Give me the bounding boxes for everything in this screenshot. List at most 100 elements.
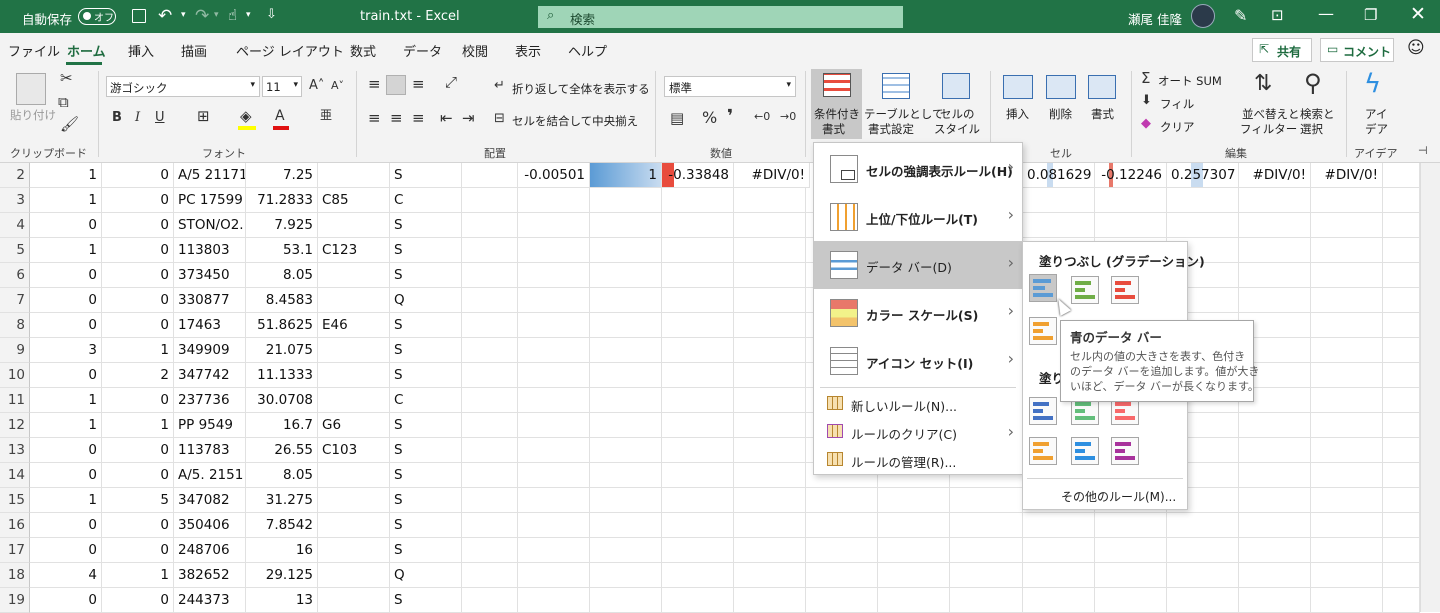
grid-cell[interactable] bbox=[462, 388, 518, 413]
grid-cell[interactable]: 7.925 bbox=[246, 213, 318, 238]
grid-cell[interactable] bbox=[1383, 238, 1420, 263]
format-as-table-icon[interactable] bbox=[882, 73, 910, 99]
cut-icon[interactable]: ✂ bbox=[60, 71, 73, 86]
fill-label[interactable]: フィル bbox=[1160, 96, 1194, 112]
grid-cell[interactable] bbox=[318, 213, 390, 238]
grid-cell[interactable]: 71.2833 bbox=[246, 188, 318, 213]
grid-cell[interactable]: C103 bbox=[318, 438, 390, 463]
sort-filter-icon[interactable]: ⇅ bbox=[1254, 73, 1272, 95]
grid-cell[interactable]: C bbox=[390, 388, 462, 413]
grid-cell[interactable] bbox=[1383, 363, 1420, 388]
grid-cell[interactable]: 382652 bbox=[174, 563, 246, 588]
grid-cell[interactable] bbox=[1383, 413, 1420, 438]
grid-cell[interactable] bbox=[462, 238, 518, 263]
orange-solid-databar[interactable] bbox=[1029, 437, 1057, 465]
grid-cell[interactable] bbox=[1167, 588, 1239, 613]
grid-cell[interactable]: 0 bbox=[30, 263, 102, 288]
grid-cell[interactable]: -0.00501 bbox=[518, 163, 590, 188]
grid-cell[interactable]: 51.8625 bbox=[246, 313, 318, 338]
tab-view[interactable]: 表示 bbox=[515, 41, 541, 60]
grid-cell[interactable] bbox=[662, 413, 734, 438]
grid-cell[interactable] bbox=[518, 363, 590, 388]
grid-cell[interactable]: 349909 bbox=[174, 338, 246, 363]
insert-cells-icon[interactable] bbox=[1003, 75, 1033, 99]
grid-cell[interactable] bbox=[662, 538, 734, 563]
grid-cell[interactable] bbox=[518, 563, 590, 588]
grid-cell[interactable] bbox=[590, 288, 662, 313]
grid-cell[interactable] bbox=[1383, 263, 1420, 288]
grid-cell[interactable] bbox=[806, 488, 878, 513]
grid-cell[interactable] bbox=[734, 538, 806, 563]
align-right-icon[interactable]: ≡ bbox=[412, 111, 425, 126]
grid-cell[interactable] bbox=[462, 188, 518, 213]
grid-cell[interactable] bbox=[590, 463, 662, 488]
close-icon[interactable]: ✕ bbox=[1410, 3, 1426, 25]
restore-icon[interactable]: ❐ bbox=[1364, 6, 1377, 24]
grid-cell[interactable] bbox=[950, 513, 1023, 538]
grid-cell[interactable] bbox=[462, 513, 518, 538]
grid-cell[interactable] bbox=[734, 363, 806, 388]
wrap-text-button[interactable]: 折り返して全体を表示する bbox=[512, 81, 650, 97]
grid-cell[interactable]: 0.081629 bbox=[1023, 163, 1095, 188]
grid-cell[interactable]: 0 bbox=[30, 363, 102, 388]
grid-cell[interactable] bbox=[462, 263, 518, 288]
grid-cell[interactable]: 0 bbox=[102, 163, 174, 188]
grid-cell[interactable] bbox=[590, 438, 662, 463]
grid-cell[interactable]: 16 bbox=[246, 538, 318, 563]
grid-cell[interactable] bbox=[1383, 188, 1420, 213]
grid-cell[interactable] bbox=[1311, 238, 1383, 263]
format-as-table-label-1[interactable]: テーブルとして bbox=[864, 106, 943, 122]
clear-rules-item[interactable]: ルールのクリア(C) › bbox=[814, 418, 1022, 445]
grid-cell[interactable]: 7.8542 bbox=[246, 513, 318, 538]
grid-cell[interactable] bbox=[462, 363, 518, 388]
tab-draw[interactable]: 描画 bbox=[181, 41, 207, 60]
grid-cell[interactable] bbox=[1239, 263, 1311, 288]
decrease-font-icon[interactable]: A˅ bbox=[331, 80, 344, 91]
grid-cell[interactable]: 1 bbox=[30, 188, 102, 213]
row-header[interactable]: 3 bbox=[0, 188, 30, 213]
grid-cell[interactable]: 0 bbox=[102, 238, 174, 263]
grid-cell[interactable] bbox=[518, 488, 590, 513]
grid-cell[interactable]: 248706 bbox=[174, 538, 246, 563]
grid-cell[interactable]: 13 bbox=[246, 588, 318, 613]
undo-icon[interactable]: ↶ bbox=[158, 6, 172, 26]
grid-cell[interactable]: 1 bbox=[30, 413, 102, 438]
find-select-icon[interactable]: ⚲ bbox=[1304, 71, 1322, 95]
grid-cell[interactable] bbox=[462, 288, 518, 313]
grid-cell[interactable] bbox=[662, 238, 734, 263]
grid-cell[interactable]: 29.125 bbox=[246, 563, 318, 588]
grid-cell[interactable] bbox=[1167, 538, 1239, 563]
grid-cell[interactable]: 1 bbox=[30, 488, 102, 513]
grid-cell[interactable] bbox=[518, 338, 590, 363]
grid-cell[interactable]: E46 bbox=[318, 313, 390, 338]
grid-cell[interactable] bbox=[662, 588, 734, 613]
avatar[interactable] bbox=[1191, 4, 1215, 28]
share-button[interactable]: ⇱ 共有 bbox=[1252, 38, 1312, 62]
grid-cell[interactable] bbox=[462, 563, 518, 588]
row-header[interactable]: 6 bbox=[0, 263, 30, 288]
grid-cell[interactable] bbox=[662, 438, 734, 463]
grid-cell[interactable] bbox=[734, 438, 806, 463]
grid-cell[interactable]: 21.075 bbox=[246, 338, 318, 363]
grid-cell[interactable]: 0 bbox=[30, 588, 102, 613]
grid-cell[interactable] bbox=[1095, 588, 1167, 613]
grid-cell[interactable]: 0 bbox=[102, 313, 174, 338]
grid-cell[interactable] bbox=[1311, 438, 1383, 463]
grid-cell[interactable] bbox=[878, 513, 950, 538]
autosum-label[interactable]: オート SUM bbox=[1158, 73, 1222, 89]
grid-cell[interactable] bbox=[878, 588, 950, 613]
font-size-select[interactable]: 11 ▾ bbox=[262, 76, 302, 97]
grid-cell[interactable] bbox=[462, 163, 518, 188]
grid-cell[interactable] bbox=[318, 163, 390, 188]
grid-cell[interactable]: 11.1333 bbox=[246, 363, 318, 388]
grid-cell[interactable]: PC 17599 bbox=[174, 188, 246, 213]
grid-cell[interactable]: C123 bbox=[318, 238, 390, 263]
row-header[interactable]: 12 bbox=[0, 413, 30, 438]
grid-cell[interactable] bbox=[590, 363, 662, 388]
grid-cell[interactable] bbox=[318, 538, 390, 563]
italic-icon[interactable]: I bbox=[135, 111, 140, 124]
grid-cell[interactable] bbox=[1239, 288, 1311, 313]
grid-cell[interactable]: 8.4583 bbox=[246, 288, 318, 313]
grid-cell[interactable]: 3 bbox=[30, 338, 102, 363]
grid-cell[interactable] bbox=[1311, 188, 1383, 213]
